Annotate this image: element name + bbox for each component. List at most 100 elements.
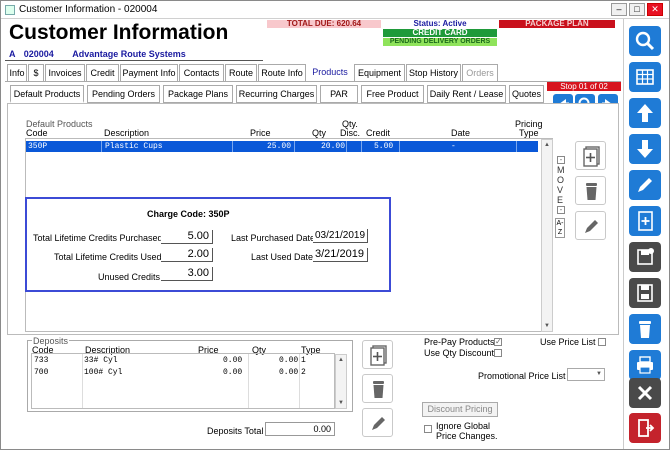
table-row[interactable]: 733 33# Cyl 0.00 0.00 1: [34, 356, 334, 367]
scroll-up-icon[interactable]: ▲: [542, 140, 552, 150]
close-icon[interactable]: ✕: [647, 3, 663, 16]
tab-equipment[interactable]: Equipment: [354, 64, 405, 81]
search-button[interactable]: [629, 26, 661, 56]
add-deposit-button[interactable]: [362, 340, 393, 369]
move-letter-m: M: [557, 165, 565, 175]
charge-code-panel: Charge Code: 350P Total Lifetime Credits…: [25, 197, 391, 292]
cell-divider: [399, 141, 400, 152]
move-down-button[interactable]: -: [557, 206, 565, 214]
sort-az-button[interactable]: A-Z: [555, 218, 565, 238]
scroll-up-icon[interactable]: ▲: [336, 355, 346, 365]
subtab-default-products[interactable]: Default Products: [10, 85, 84, 103]
grid-icon: [636, 69, 654, 85]
credits-purchased-field: 5.00: [161, 230, 213, 244]
use-price-list-label: Use Price List: [540, 337, 596, 347]
add-product-button[interactable]: [575, 141, 606, 170]
tab-payment-info[interactable]: Payment Info: [120, 64, 178, 81]
ignore-global-checkbox[interactable]: [424, 425, 432, 433]
print-button[interactable]: [629, 350, 661, 380]
chevron-down-icon: ▼: [596, 371, 602, 377]
subtab-par[interactable]: PAR: [320, 85, 358, 103]
grid-view-button[interactable]: [629, 62, 661, 92]
stop-counter: Stop 01 of 02: [547, 82, 621, 91]
dep-col-divider: [248, 354, 249, 408]
move-up-button[interactable]: -: [557, 156, 565, 164]
cancel-button[interactable]: [629, 378, 661, 408]
pencil-icon: [585, 220, 598, 233]
move-up-rail-button[interactable]: [629, 98, 661, 128]
edit-deposit-button[interactable]: [362, 408, 393, 437]
tab-contacts[interactable]: Contacts: [179, 64, 224, 81]
add-record-button[interactable]: [629, 206, 661, 236]
cell-divider: [101, 141, 102, 152]
tab-stop-history[interactable]: Stop History: [406, 64, 461, 81]
discount-pricing-button[interactable]: Discount Pricing: [422, 402, 498, 417]
subtab-recurring-charges[interactable]: Recurring Charges: [236, 85, 317, 103]
account-number: 020004: [23, 49, 54, 59]
move-letter-o: O: [557, 175, 565, 185]
move-down-rail-button[interactable]: [629, 134, 661, 164]
subtab-quotes[interactable]: Quotes: [509, 85, 544, 103]
cell-divider: [346, 141, 347, 152]
cell-divider: [294, 141, 295, 152]
minimize-icon[interactable]: –: [611, 3, 627, 16]
package-plan-badge: PACKAGE PLAN: [499, 20, 615, 28]
subtab-daily-rent-lease[interactable]: Daily Rent / Lease: [427, 85, 506, 103]
subtab-package-plans[interactable]: Package Plans: [163, 85, 233, 103]
products-scrollbar[interactable]: ▲ ▼: [541, 139, 553, 332]
deposits-scrollbar[interactable]: ▲ ▼: [335, 354, 347, 409]
subtab-free-product[interactable]: Free Product: [361, 85, 424, 103]
row-code: 350P: [28, 142, 48, 151]
dep-row-code: 733: [34, 356, 49, 365]
dep-row-price: 0.00: [223, 368, 243, 377]
search-icon: [635, 31, 655, 51]
delete-button[interactable]: [629, 314, 661, 344]
col-pricing-bottom: Type: [519, 128, 539, 138]
account-underline: [5, 59, 263, 61]
table-row[interactable]: 700 100# Cyl 0.00 0.00 2: [34, 368, 334, 379]
close-icon: [637, 385, 653, 401]
floppy-icon: [637, 284, 653, 302]
delete-product-button[interactable]: [575, 176, 606, 205]
app-icon: [5, 5, 15, 15]
edit-product-button[interactable]: [575, 211, 606, 240]
charge-code-value: 350P: [208, 209, 230, 219]
cell-divider: [232, 141, 233, 152]
save-button[interactable]: [629, 278, 661, 308]
maximize-icon[interactable]: □: [629, 3, 645, 16]
col-description: Description: [104, 128, 150, 138]
tab-orders[interactable]: Orders: [462, 64, 498, 81]
trash-icon: [586, 183, 597, 200]
exit-button[interactable]: [629, 413, 661, 443]
tab-route[interactable]: Route: [225, 64, 257, 81]
tab-dollar[interactable]: $: [28, 64, 44, 81]
promo-price-list-select[interactable]: ▼: [567, 368, 605, 381]
ignore-global-line-1: Ignore Global: [436, 421, 491, 431]
prepay-checkbox[interactable]: ✓: [494, 338, 502, 346]
unused-credits-field: 3.00: [161, 267, 213, 281]
subtab-pending-orders[interactable]: Pending Orders: [87, 85, 160, 103]
use-price-list-checkbox[interactable]: [598, 338, 606, 346]
tab-invoices[interactable]: Invoices: [45, 64, 85, 81]
pencil-icon: [638, 178, 652, 192]
edit-button[interactable]: [629, 170, 661, 200]
tab-route-info[interactable]: Route Info: [258, 64, 306, 81]
credits-purchased-label: Total Lifetime Credits Purchased: [33, 233, 163, 243]
row-description: Plastic Cups: [105, 142, 163, 151]
col-qty-disc-bottom: Disc.: [340, 128, 360, 138]
last-purchased-label: Last Purchased Date: [231, 233, 316, 243]
use-qty-discount-checkbox[interactable]: [494, 349, 502, 357]
table-row[interactable]: 350P Plastic Cups 25.00 20.00 5.00 -: [26, 141, 538, 152]
tab-info[interactable]: Info: [7, 64, 27, 81]
scroll-down-icon[interactable]: ▼: [542, 321, 552, 331]
tab-credit[interactable]: Credit: [86, 64, 119, 81]
tab-products[interactable]: Products: [307, 63, 353, 80]
add-document-icon: [583, 146, 600, 167]
col-date: Date: [451, 128, 471, 138]
credit-card-badge: CREDIT CARD: [383, 29, 497, 37]
title-bar: Customer Information - 020004 – □ ✕: [1, 1, 669, 19]
row-credit: 5.00: [374, 142, 394, 151]
delete-deposit-button[interactable]: [362, 374, 393, 403]
scroll-down-icon[interactable]: ▼: [336, 398, 346, 408]
save-copy-button[interactable]: [629, 242, 661, 272]
